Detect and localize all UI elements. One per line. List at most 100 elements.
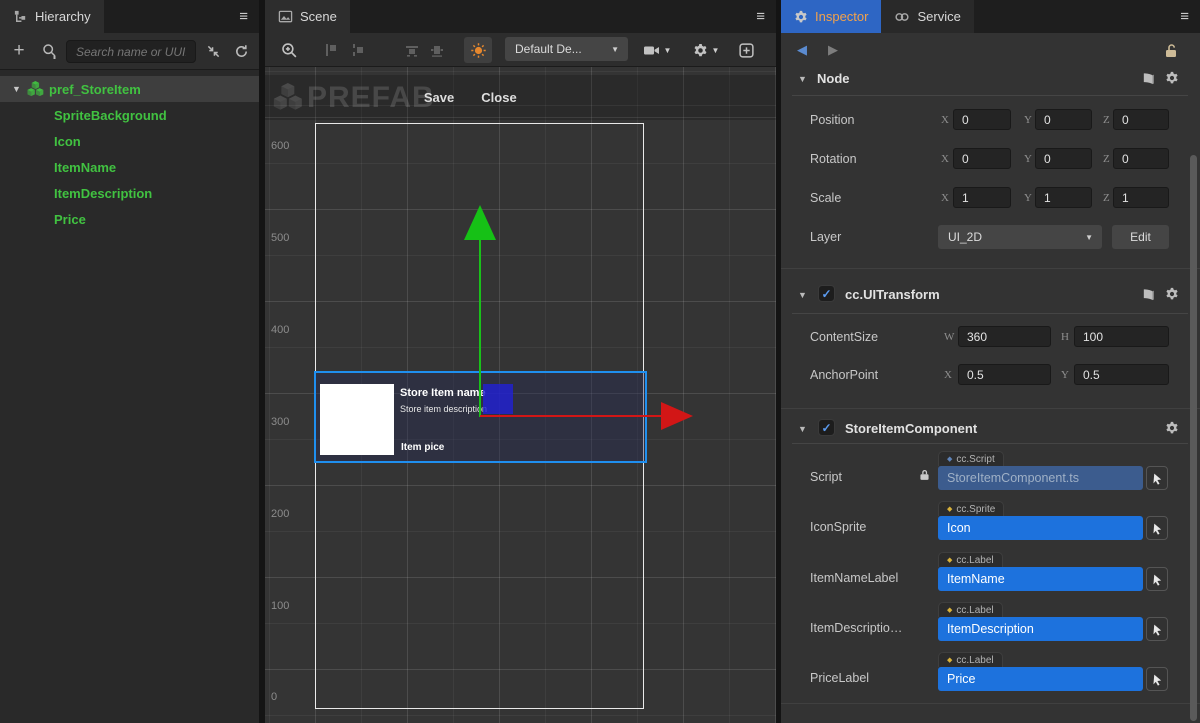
refresh-icon[interactable]	[231, 41, 251, 61]
align-center-h-icon[interactable]	[348, 41, 368, 59]
rotation-x-input[interactable]	[953, 148, 1011, 169]
pricelabel-ref-field[interactable]: Price	[938, 667, 1143, 691]
position-z-input[interactable]	[1113, 109, 1169, 130]
inspector-menu-icon[interactable]: ≡	[1180, 8, 1189, 25]
uitransform-enabled-checkbox[interactable]: ✓	[818, 285, 835, 302]
uitransform-section-header[interactable]: ▼ ✓ cc.UITransform	[781, 284, 1200, 308]
anchor-x-input[interactable]	[958, 364, 1051, 385]
search-input[interactable]	[66, 40, 196, 63]
align-middle-v-icon[interactable]	[427, 41, 447, 59]
expand-caret-icon[interactable]: ▼	[12, 84, 24, 94]
help-book-icon[interactable]	[1141, 71, 1156, 86]
add-node-button[interactable]: +	[8, 39, 30, 63]
align-left-icon[interactable]	[321, 41, 341, 59]
scene-viewport[interactable]: 600 500 400 300 200 100 0 PREFAB Save Cl…	[265, 67, 776, 723]
prefab-save-button[interactable]: Save	[413, 75, 465, 120]
diamond-icon: ◆	[947, 505, 952, 513]
diamond-icon: ◆	[947, 556, 952, 564]
tree-row[interactable]: Icon	[0, 128, 259, 154]
collapse-caret-icon[interactable]: ▼	[798, 74, 807, 84]
ref-value: ItemDescription	[947, 622, 1034, 636]
unlock-icon[interactable]	[1163, 43, 1179, 59]
script-ref-value: StoreItemComponent.ts	[947, 471, 1079, 485]
zoom-icon[interactable]	[279, 40, 299, 60]
ref-picker-button[interactable]	[1146, 567, 1168, 591]
camera-icon	[643, 43, 660, 58]
tree-row-root[interactable]: ▼ pref_StoreItem	[0, 76, 259, 102]
tab-hierarchy[interactable]: Hierarchy	[0, 0, 104, 33]
inspector-scrollbar[interactable]	[1190, 155, 1197, 721]
component-enabled-checkbox[interactable]: ✓	[818, 419, 835, 436]
gear-icon[interactable]	[1165, 71, 1179, 85]
chevron-down-icon: ▼	[1085, 233, 1093, 242]
scene-settings-dropdown[interactable]: ▼	[689, 40, 723, 60]
hierarchy-tabbar: Hierarchy ≡	[0, 0, 259, 33]
ruler-label: 200	[271, 508, 289, 520]
itemdescriptionlabel-ref-field[interactable]: ItemDescription	[938, 617, 1143, 641]
axis-x-label: X	[941, 153, 949, 165]
storeitemcomponent-section-header[interactable]: ▼ ✓ StoreItemComponent	[781, 418, 1200, 442]
gizmo-xy-plane-handle[interactable]	[483, 384, 513, 414]
search-filter-icon[interactable]	[38, 41, 62, 61]
axis-y-label: Y	[1061, 369, 1069, 381]
ref-picker-button[interactable]	[1146, 516, 1168, 540]
axis-y-label: Y	[1024, 153, 1032, 165]
ref-picker-button[interactable]	[1146, 466, 1168, 490]
scene-panel: Scene ≡ Default De... ▼	[265, 0, 776, 723]
align-top-icon[interactable]	[402, 41, 422, 59]
history-forward-button[interactable]: ▶	[828, 42, 838, 58]
scale-x-input[interactable]	[953, 187, 1011, 208]
tab-scene[interactable]: Scene	[265, 0, 350, 33]
gear-icon[interactable]	[1165, 287, 1179, 301]
collapse-all-icon[interactable]	[203, 41, 223, 61]
rotation-z-input[interactable]	[1113, 148, 1169, 169]
help-book-icon[interactable]	[1141, 287, 1156, 302]
item-icon-sprite[interactable]	[320, 384, 394, 455]
check-icon: ✓	[821, 287, 831, 301]
ruler-label: 500	[271, 232, 289, 244]
content-width-input[interactable]	[958, 326, 1051, 347]
gizmo-y-axis[interactable]	[479, 240, 481, 417]
rotation-y-input[interactable]	[1035, 148, 1092, 169]
tab-service[interactable]: Service	[881, 0, 973, 33]
position-y-input[interactable]	[1035, 109, 1092, 130]
tab-inspector[interactable]: Inspector	[781, 0, 881, 33]
scale-z-input[interactable]	[1113, 187, 1169, 208]
grid-view-icon[interactable]	[735, 40, 757, 60]
gizmo-x-axis-arrowhead-icon[interactable]	[661, 402, 693, 430]
scale-y-input[interactable]	[1035, 187, 1092, 208]
script-ref-field[interactable]: StoreItemComponent.ts	[938, 466, 1143, 490]
gear-icon[interactable]	[1165, 421, 1179, 435]
collapse-caret-icon[interactable]: ▼	[798, 424, 807, 434]
cursor-pick-icon	[1151, 472, 1164, 485]
iconsprite-ref-field[interactable]: Icon	[938, 516, 1143, 540]
type-badge-label: cc.Sprite	[956, 504, 995, 515]
anchor-y-input[interactable]	[1074, 364, 1169, 385]
tree-row[interactable]: ItemName	[0, 154, 259, 180]
hierarchy-menu-icon[interactable]: ≡	[239, 8, 248, 25]
tree-row[interactable]: ItemDescription	[0, 180, 259, 206]
position-x-input[interactable]	[953, 109, 1011, 130]
ref-picker-button[interactable]	[1146, 617, 1168, 641]
ref-picker-button[interactable]	[1146, 667, 1168, 691]
lighting-toggle-button[interactable]	[464, 37, 492, 63]
camera-preset-dropdown[interactable]: Default De... ▼	[505, 37, 628, 61]
gizmo-x-axis[interactable]	[480, 415, 661, 417]
tree-row[interactable]: Price	[0, 206, 259, 232]
history-back-button[interactable]: ◀	[797, 42, 807, 58]
gizmo-y-axis-arrowhead-icon[interactable]	[464, 205, 496, 240]
content-height-input[interactable]	[1074, 326, 1169, 347]
scene-menu-icon[interactable]: ≡	[756, 8, 765, 25]
camera-view-dropdown[interactable]: ▼	[640, 40, 674, 60]
tree-row[interactable]: SpriteBackground	[0, 102, 259, 128]
node-section-header[interactable]: ▼ Node	[781, 68, 1200, 92]
prefab-close-button[interactable]: Close	[473, 75, 525, 120]
itemnamelabel-ref-field[interactable]: ItemName	[938, 567, 1143, 591]
item-price-text: Item pice	[401, 442, 444, 453]
collapse-caret-icon[interactable]: ▼	[798, 290, 807, 300]
layer-dropdown[interactable]: UI_2D ▼	[938, 225, 1102, 249]
type-badge: ◆ cc.Label	[938, 602, 1003, 617]
layer-edit-button[interactable]: Edit	[1112, 225, 1169, 249]
axis-z-label: Z	[1103, 192, 1110, 204]
tree-item-label: Price	[54, 212, 86, 227]
